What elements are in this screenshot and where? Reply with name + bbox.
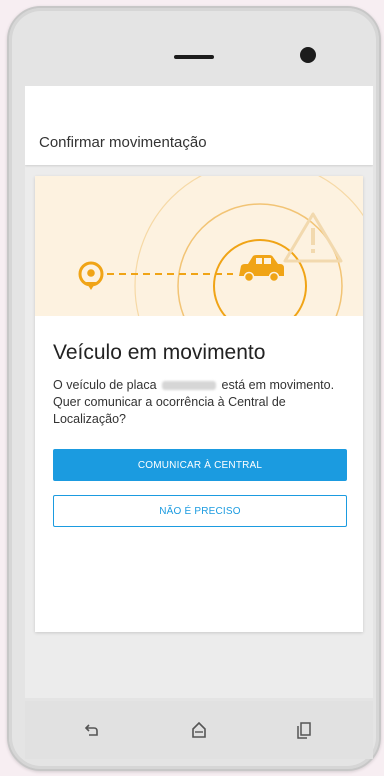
screen: Confirmar movimentação Veículo em movime… <box>25 86 373 698</box>
android-nav-bar <box>25 701 373 759</box>
recent-apps-icon[interactable] <box>293 719 315 741</box>
not-needed-button[interactable]: NÃO É PRECISO <box>53 495 347 527</box>
card-title: Veículo em movimento <box>53 341 266 364</box>
car-icon <box>239 255 284 283</box>
home-icon[interactable] <box>188 719 210 741</box>
front-camera <box>300 47 316 63</box>
app-bar: Confirmar movimentação <box>25 86 373 165</box>
notify-central-button[interactable]: COMUNICAR À CENTRAL <box>53 449 347 481</box>
vehicle-illustration <box>35 176 363 316</box>
location-pin-icon <box>78 261 104 290</box>
speaker-grille <box>174 55 214 59</box>
back-icon[interactable] <box>81 719 103 741</box>
outer-ripple <box>134 176 363 316</box>
blurred-plate <box>162 381 217 391</box>
message-prefix: O veículo de placa <box>53 378 157 392</box>
illustration-graphic <box>78 176 363 316</box>
alert-card: Veículo em movimento O veículo de placa … <box>35 176 363 632</box>
card-message: O veículo de placa está em movimento. Qu… <box>53 377 351 428</box>
page-title: Confirmar movimentação <box>39 134 207 151</box>
